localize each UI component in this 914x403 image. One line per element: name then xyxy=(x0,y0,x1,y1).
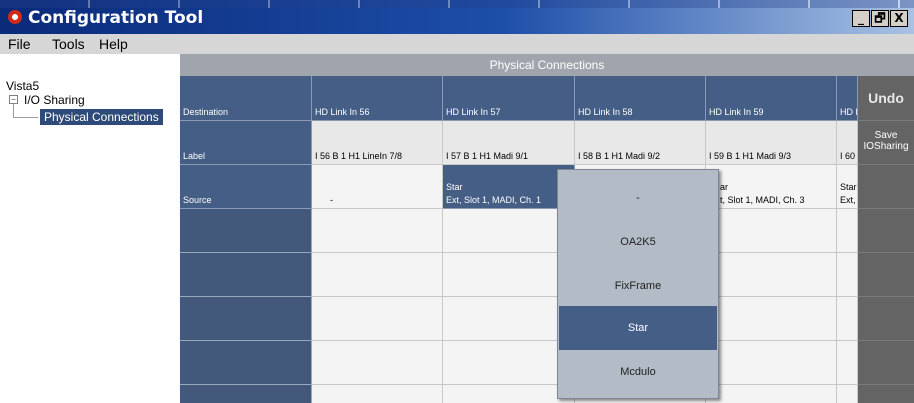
grid-cell[interactable] xyxy=(837,297,858,341)
source-text: Star xyxy=(446,182,463,192)
source-detail: t, Slot 1, MADI, Ch. 3 xyxy=(720,195,805,205)
destination-header[interactable]: HD Link In 57 xyxy=(443,76,575,121)
grid-cell[interactable] xyxy=(312,385,443,403)
dropdown-option-fixframe[interactable]: FixFrame xyxy=(559,264,717,308)
window-title: Configuration Tool xyxy=(28,8,204,28)
destination-label: HD Link In 56 xyxy=(315,107,370,117)
dropdown-option-star[interactable]: Star xyxy=(559,306,717,350)
tree-item-io-sharing[interactable]: I/O Sharing xyxy=(24,93,85,107)
menu-help[interactable]: Help xyxy=(99,36,128,52)
divider xyxy=(858,164,914,165)
row-header-empty xyxy=(180,209,312,253)
label-cell[interactable]: I 56 B 1 H1 LineIn 7/8 xyxy=(312,121,443,165)
grid-cell[interactable] xyxy=(706,209,837,253)
source-cell[interactable]: - xyxy=(312,165,443,209)
destination-label: HD l xyxy=(840,107,858,117)
grid-cell[interactable] xyxy=(706,385,837,403)
grid-cell[interactable] xyxy=(706,297,837,341)
panel-title: Physical Connections xyxy=(180,54,914,76)
label-text: I 56 B 1 H1 LineIn 7/8 xyxy=(315,151,403,161)
collapse-icon[interactable]: − xyxy=(9,95,18,104)
app-logo-icon xyxy=(8,10,22,24)
row-header-label: Source xyxy=(183,195,212,205)
tree-connector xyxy=(13,104,14,118)
grid-cell[interactable] xyxy=(443,209,575,253)
grid-cell[interactable] xyxy=(706,341,837,385)
grid-cell[interactable] xyxy=(443,297,575,341)
destination-header[interactable]: HD Link In 59 xyxy=(706,76,837,121)
source-text: - xyxy=(330,195,333,205)
grid-cell[interactable] xyxy=(706,253,837,297)
label-text: I 60 xyxy=(840,151,856,161)
dropdown-option-mcdulo[interactable]: Mcdulo xyxy=(559,350,717,394)
action-column: Undo Save IOSharing xyxy=(858,76,914,403)
source-cell[interactable]: ar t, Slot 1, MADI, Ch. 3 xyxy=(706,165,837,209)
background-window-strip xyxy=(0,0,914,8)
label-text: I 57 B 1 H1 Madi 9/1 xyxy=(446,151,529,161)
grid-cell[interactable] xyxy=(443,253,575,297)
row-header-empty xyxy=(180,297,312,341)
destination-header[interactable]: HD l xyxy=(837,76,858,121)
row-header-empty xyxy=(180,253,312,297)
menu-file[interactable]: File xyxy=(8,36,31,52)
source-detail: Ext, xyxy=(840,195,856,205)
row-header-label: Destination xyxy=(183,107,229,117)
row-header-empty xyxy=(180,385,312,403)
close-button[interactable]: X xyxy=(890,10,908,27)
grid-cell[interactable] xyxy=(312,341,443,385)
row-header-empty xyxy=(180,341,312,385)
source-cell-active[interactable]: Star Ext, Slot 1, MADI, Ch. 1 xyxy=(443,165,575,209)
source-detail: Ext, Slot 1, MADI, Ch. 1 xyxy=(446,195,542,205)
save-iosharing-button[interactable]: Save IOSharing xyxy=(858,120,914,164)
divider xyxy=(858,296,914,297)
destination-header[interactable]: HD Link In 58 xyxy=(575,76,706,121)
label-cell[interactable]: I 58 B 1 H1 Madi 9/2 xyxy=(575,121,706,165)
destination-label: HD Link In 59 xyxy=(709,107,764,117)
title-bar: Configuration Tool _ 🗗 X xyxy=(0,0,914,34)
menu-tools[interactable]: Tools xyxy=(52,36,85,52)
grid-cell[interactable] xyxy=(837,385,858,403)
grid-cell[interactable] xyxy=(312,209,443,253)
row-header-source: Source xyxy=(180,165,312,209)
destination-label: HD Link In 58 xyxy=(578,107,633,117)
grid-cell[interactable] xyxy=(837,209,858,253)
divider xyxy=(858,340,914,341)
source-text: ar xyxy=(720,182,729,192)
source-cell[interactable]: Star Ext, xyxy=(837,165,858,209)
tree-root[interactable]: Vista5 xyxy=(6,79,39,93)
destination-header[interactable]: HD Link In 56 xyxy=(312,76,443,121)
grid-cell[interactable] xyxy=(443,341,575,385)
row-header-label: Label xyxy=(183,151,206,161)
divider xyxy=(858,208,914,209)
row-header-label: Label xyxy=(180,121,312,165)
label-cell[interactable]: I 57 B 1 H1 Madi 9/1 xyxy=(443,121,575,165)
label-cell[interactable]: I 60 xyxy=(837,121,858,165)
label-text: I 58 B 1 H1 Madi 9/2 xyxy=(578,151,661,161)
divider xyxy=(858,384,914,385)
grid-cell[interactable] xyxy=(312,297,443,341)
row-header-destination: Destination xyxy=(180,76,312,121)
undo-button[interactable]: Undo xyxy=(858,76,914,120)
dropdown-option-none[interactable]: - xyxy=(559,176,717,220)
label-text: I 59 B 1 H1 Madi 9/3 xyxy=(709,151,792,161)
divider xyxy=(858,252,914,253)
grid-cell[interactable] xyxy=(837,341,858,385)
navigation-tree: Vista5 − I/O Sharing Physical Connection… xyxy=(0,76,180,403)
tree-connector xyxy=(13,117,38,118)
grid-cell[interactable] xyxy=(312,253,443,297)
source-text: Star xyxy=(840,182,857,192)
restore-button[interactable]: 🗗 xyxy=(871,10,889,27)
destination-label: HD Link In 57 xyxy=(446,107,501,117)
grid-cell[interactable] xyxy=(837,253,858,297)
menu-bar: File Tools Help xyxy=(0,34,914,54)
tree-item-physical-connections[interactable]: Physical Connections xyxy=(40,109,163,125)
source-dropdown: - OA2K5 FixFrame Star Mcdulo xyxy=(557,169,719,399)
dropdown-option-oa2k5[interactable]: OA2K5 xyxy=(559,220,717,264)
label-cell[interactable]: I 59 B 1 H1 Madi 9/3 xyxy=(706,121,837,165)
grid-cell[interactable] xyxy=(443,385,575,403)
minimize-button[interactable]: _ xyxy=(852,10,870,27)
